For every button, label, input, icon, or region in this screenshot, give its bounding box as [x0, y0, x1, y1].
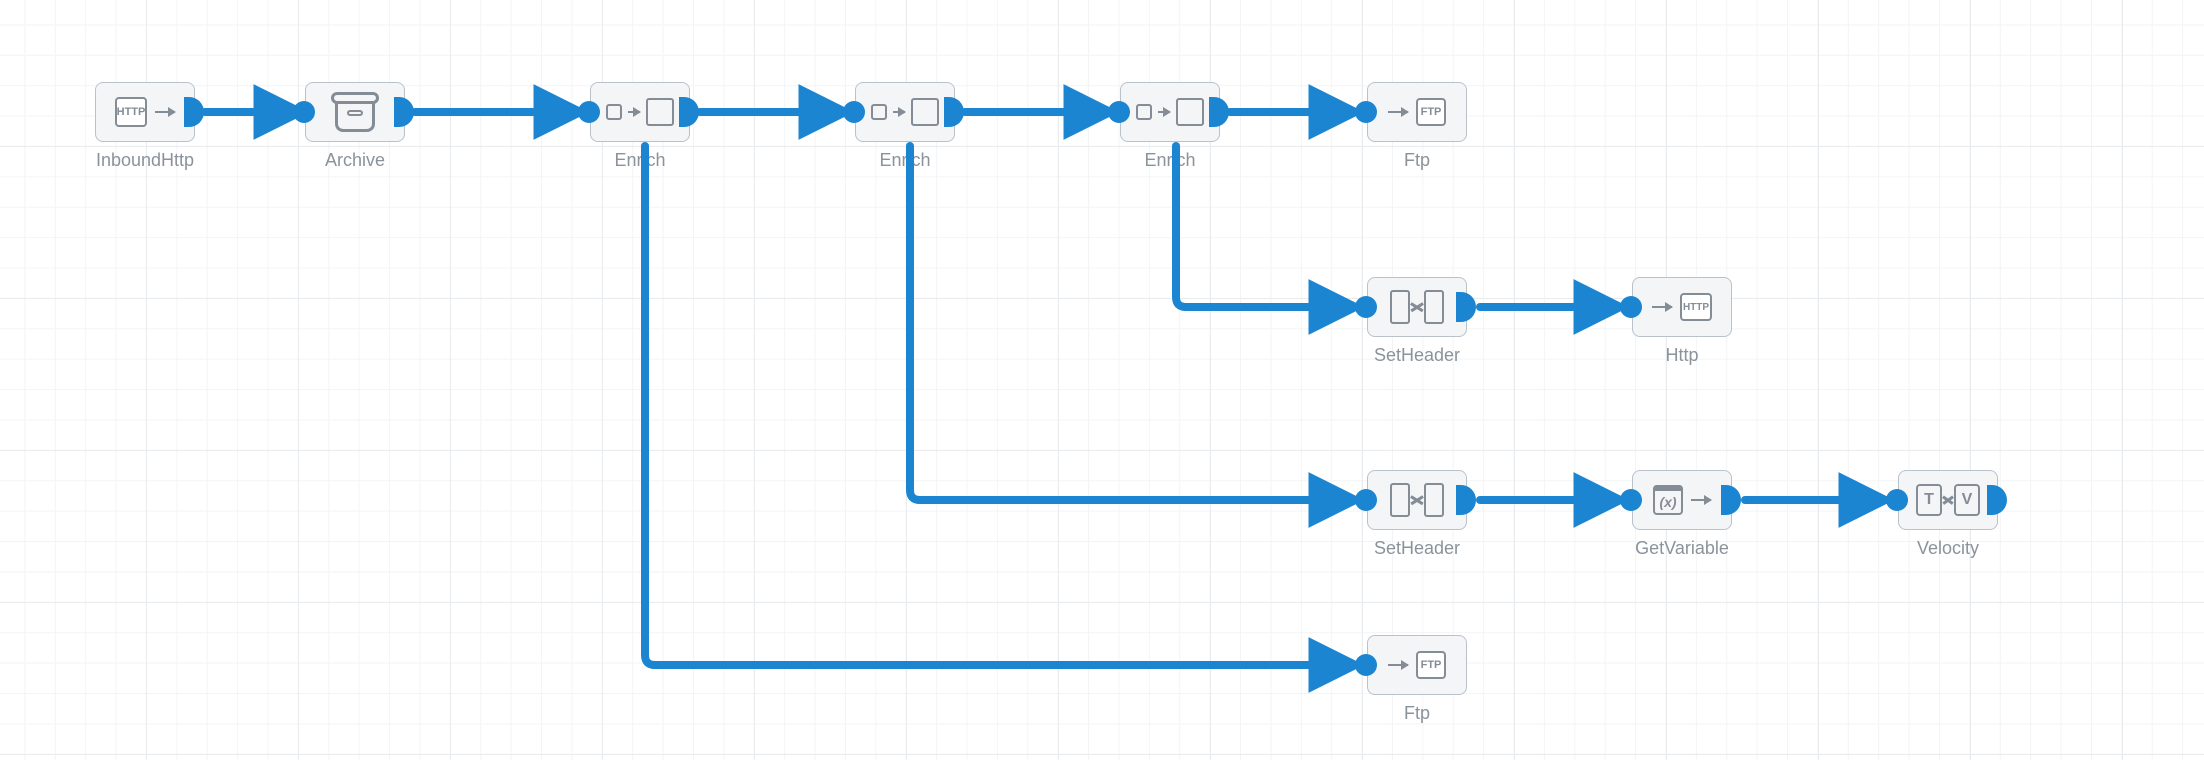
input-port[interactable]: [1355, 101, 1377, 123]
input-port[interactable]: [1108, 101, 1130, 123]
input-port[interactable]: [293, 101, 315, 123]
input-port[interactable]: [1355, 296, 1377, 318]
input-port[interactable]: [1355, 489, 1377, 511]
input-port[interactable]: [1355, 654, 1377, 676]
input-port[interactable]: [1620, 296, 1642, 318]
connectors-layer: [0, 0, 2204, 760]
input-port[interactable]: [1886, 489, 1908, 511]
input-port[interactable]: [843, 101, 865, 123]
input-port[interactable]: [578, 101, 600, 123]
input-port[interactable]: [1620, 489, 1642, 511]
flow-canvas[interactable]: HTTP InboundHttp Archive Enrich Enrich: [0, 0, 2204, 760]
